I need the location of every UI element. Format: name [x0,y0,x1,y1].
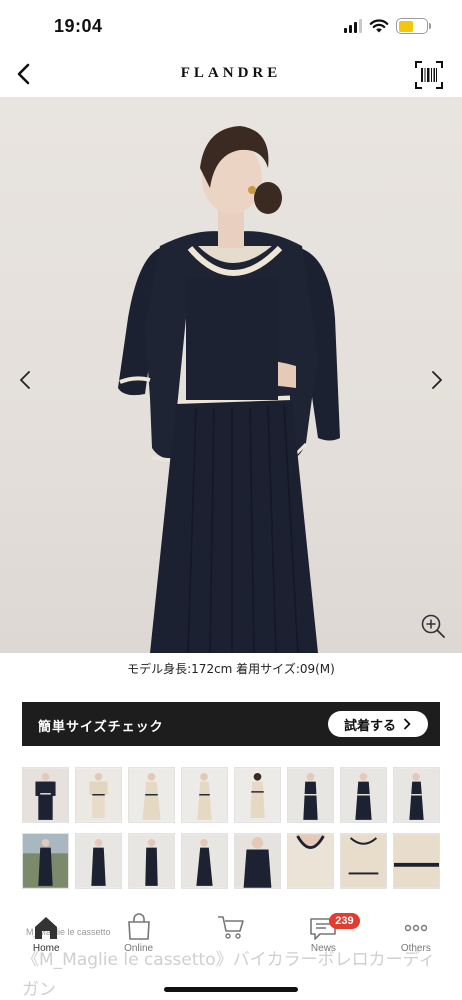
tab-home[interactable]: Home [0,912,92,962]
size-check-banner[interactable]: 簡単サイズチェック 試着する [22,702,440,746]
thumbnail-ivory-cardigan-detail[interactable] [340,833,387,889]
thumbnail-navy-front-2[interactable] [75,833,122,889]
news-badge: 239 [329,913,360,929]
arrow-right-icon [404,718,411,730]
tab-news[interactable]: News 239 [277,912,369,962]
home-indicator[interactable] [164,987,298,992]
tab-others-label: Others [400,943,431,954]
home-icon [35,917,58,939]
thumbnail-navy-detail[interactable] [234,833,281,889]
barcode-scan-icon[interactable] [414,60,444,90]
thumbnail-ivory-set-back[interactable] [234,767,281,823]
thumbnail-ivory-trim-detail[interactable] [393,833,440,889]
battery-icon [396,18,431,34]
tab-online-label: Online [124,943,154,954]
thumbnail-ivory-set-front[interactable] [75,767,122,823]
brand-logo: FLANDRE [180,65,282,81]
thumbnail-navy-street[interactable] [22,833,69,889]
thumbnail-navy-front-3[interactable] [128,833,175,889]
wifi-icon [369,19,389,33]
more-dots-icon [404,924,428,932]
thumbnail-navy-set-front[interactable] [287,767,334,823]
tab-news-label: News [310,943,336,954]
tab-home-label: Home [32,943,60,954]
shopping-bag-icon [127,913,150,940]
cart-icon [218,916,244,939]
thumbnail-row-1 [22,767,440,823]
model-photo [118,126,340,653]
status-bar: 19:04 [0,0,462,52]
tab-others[interactable]: Others [370,912,462,962]
thumbnail-navy-side-2[interactable] [181,833,228,889]
size-check-label: 簡単サイズチェック [38,720,164,735]
thumbnail-navy-set-side[interactable] [393,767,440,823]
thumbnail-ivory-neck-detail[interactable] [287,833,334,889]
thumbnail-row-2 [22,833,440,889]
thumbnail-ivory-set-side[interactable] [181,767,228,823]
product-hero-image[interactable] [0,98,462,653]
status-time: 19:04 [54,16,103,36]
try-on-button[interactable]: 試着する [328,711,428,737]
tab-online[interactable]: Online [92,912,184,962]
thumbnail-navy-cardigan-set[interactable] [22,767,69,823]
next-image-arrow-icon[interactable] [424,368,448,392]
prev-image-arrow-icon[interactable] [14,368,38,392]
zoom-in-icon[interactable] [420,613,446,639]
thumbnail-ivory-set-walk[interactable] [128,767,175,823]
cellular-signal-icon [344,19,362,33]
model-size-caption: モデル身長:172cm 着用サイズ:09(M) [127,662,335,676]
try-on-label: 試着する [343,718,396,734]
nav-bar: FLANDRE [0,52,462,98]
bottom-tab-bar: Home Online News 239 Others [0,912,462,962]
status-icons [344,18,431,34]
tab-cart[interactable] [185,912,277,962]
thumbnail-navy-set-walk[interactable] [340,767,387,823]
